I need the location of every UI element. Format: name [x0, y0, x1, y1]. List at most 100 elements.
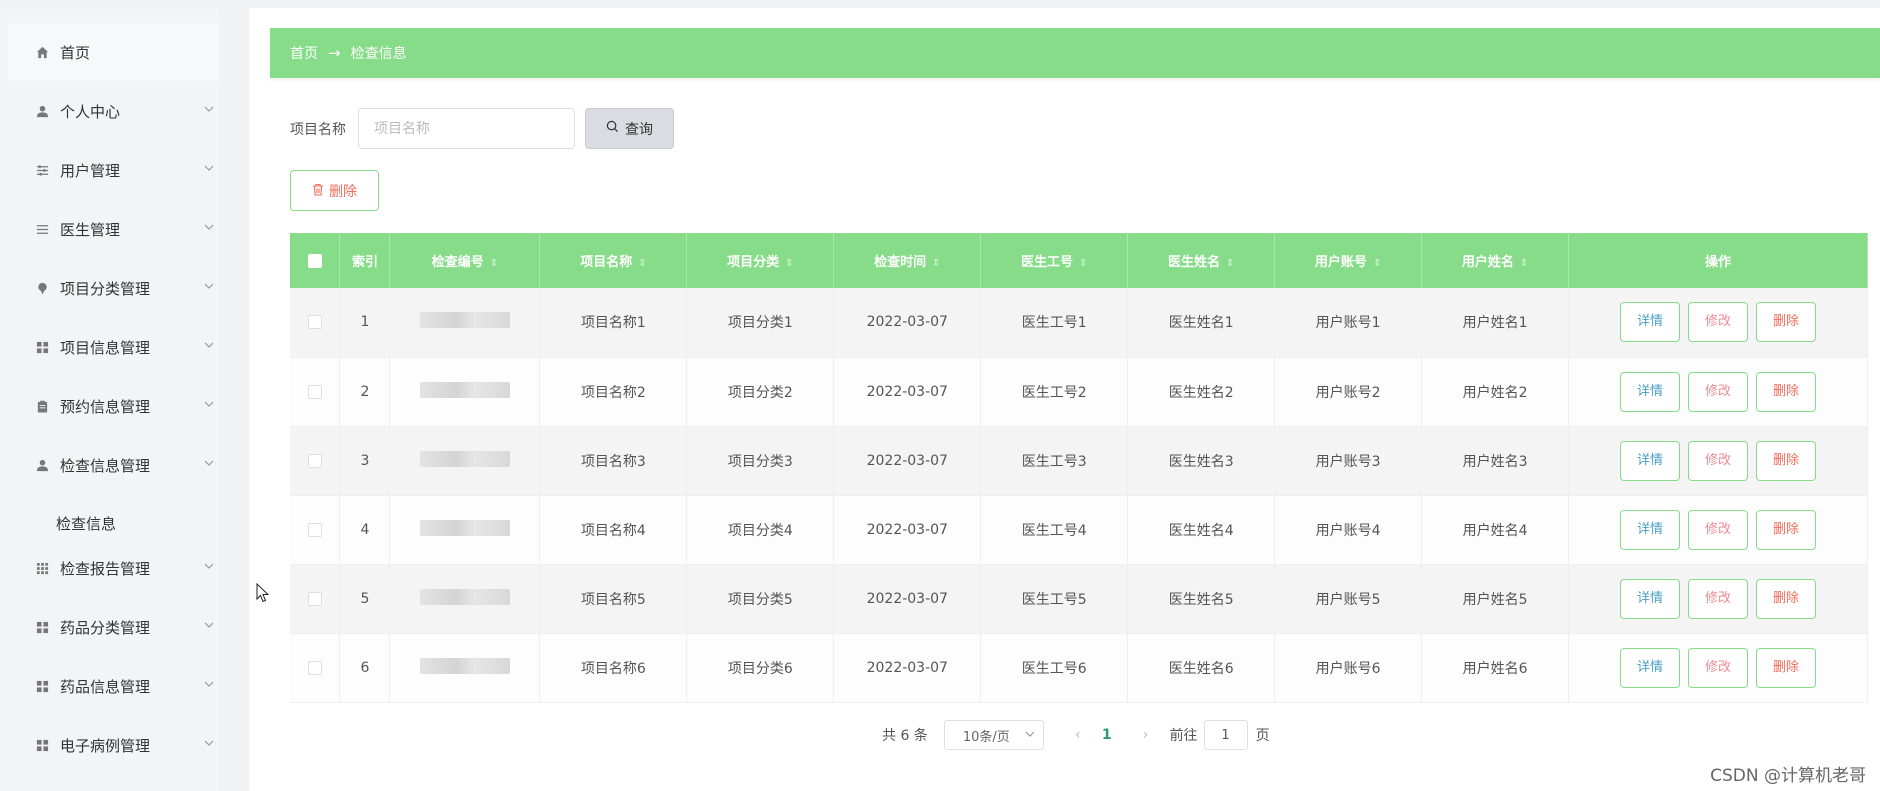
column-header[interactable]: 用户姓名 ⇕ — [1421, 233, 1570, 288]
sidebar-item-drug-info-mgmt[interactable]: 药品信息管理 — [8, 657, 231, 715]
chevron-down-icon — [204, 738, 214, 748]
sidebar-item-user-mgmt[interactable]: 用户管理 — [8, 141, 231, 199]
row-checkbox[interactable] — [307, 315, 322, 330]
doctor-no-cell: 医生工号6 — [980, 633, 1129, 703]
edit-button[interactable]: 修改 — [1688, 509, 1748, 550]
sidebar-item-home[interactable]: 首页 — [8, 23, 231, 81]
actions-cell: 详情 修改 删除 — [1568, 495, 1868, 565]
actions-cell: 详情 修改 删除 — [1568, 633, 1868, 703]
doctor-no-cell: 医生工号4 — [980, 495, 1129, 565]
doctor-name-cell: 医生姓名2 — [1127, 357, 1276, 427]
breadcrumb-home[interactable]: 首页 — [290, 43, 318, 63]
row-checkbox[interactable] — [307, 453, 322, 468]
sidebar-item-emr-mgmt[interactable]: 电子病例管理 — [8, 716, 231, 774]
row-checkbox[interactable] — [307, 591, 322, 606]
row-index: 4 — [339, 495, 391, 565]
sidebar-item-label: 药品信息管理 — [60, 677, 151, 696]
project-category-cell: 项目分类3 — [686, 426, 835, 496]
delete-button[interactable]: 删除 — [1756, 647, 1816, 688]
exam-no-cell — [389, 288, 541, 358]
goto-page-input[interactable] — [1203, 720, 1248, 750]
chevron-down-icon — [204, 222, 214, 232]
user-account-cell: 用户账号4 — [1274, 495, 1423, 565]
trash-icon — [312, 183, 324, 199]
user-account-cell: 用户账号2 — [1274, 357, 1423, 427]
sort-icon[interactable]: ⇕ — [490, 258, 498, 269]
column-header[interactable]: 检查编号 ⇕ — [389, 233, 541, 288]
detail-button[interactable]: 详情 — [1620, 371, 1680, 412]
sort-icon[interactable]: ⇕ — [785, 258, 793, 269]
sort-icon[interactable]: ⇕ — [1226, 258, 1234, 269]
table-row: 2 项目名称2 项目分类2 2022-03-07 医生工号2 医生姓名2 用户账… — [290, 357, 1868, 427]
delete-button[interactable]: 删除 — [1756, 302, 1816, 343]
page-size-select[interactable]: 10条/页 — [943, 720, 1044, 750]
sort-icon[interactable]: ⇕ — [932, 258, 940, 269]
column-header[interactable]: 项目名称 ⇕ — [539, 233, 688, 288]
detail-button[interactable]: 详情 — [1620, 578, 1680, 619]
submenu-item-exam-info[interactable]: 检查信息 — [56, 513, 116, 534]
edit-button[interactable]: 修改 — [1688, 578, 1748, 619]
column-header[interactable]: 检查时间 ⇕ — [833, 233, 982, 288]
prev-page-icon[interactable]: ‹ — [1068, 727, 1088, 743]
project-name-cell: 项目名称2 — [539, 357, 688, 427]
sliders-icon — [34, 162, 50, 178]
batch-delete-button[interactable]: 删除 — [290, 170, 379, 211]
main-content: 首页 → 检查信息 项目名称 查询 删除 索引 检查编号⇕ 项目名称⇕ 项目分类… — [250, 8, 1880, 791]
edit-button[interactable]: 修改 — [1688, 647, 1748, 688]
detail-button[interactable]: 详情 — [1620, 440, 1680, 481]
column-header[interactable]: 医生姓名 ⇕ — [1127, 233, 1276, 288]
sidebar-item-appointment-mgmt[interactable]: 预约信息管理 — [8, 377, 231, 435]
row-checkbox[interactable] — [307, 384, 322, 399]
sidebar-item-project-info-mgmt[interactable]: 项目信息管理 — [8, 318, 231, 376]
exam-time-cell: 2022-03-07 — [833, 495, 982, 565]
sidebar-item-exam-report-mgmt[interactable]: 检查报告管理 — [8, 539, 231, 597]
delete-button[interactable]: 删除 — [1756, 440, 1816, 481]
user-name-cell: 用户姓名1 — [1421, 288, 1570, 358]
detail-button[interactable]: 详情 — [1620, 302, 1680, 343]
blurred-value — [419, 312, 510, 329]
sort-icon[interactable]: ⇕ — [1079, 258, 1087, 269]
table-row: 6 项目名称6 项目分类6 2022-03-07 医生工号6 医生姓名6 用户账… — [290, 633, 1868, 703]
sidebar-item-project-category-mgmt[interactable]: 项目分类管理 — [8, 259, 231, 317]
current-page[interactable]: 1 — [1102, 727, 1112, 743]
detail-button[interactable]: 详情 — [1620, 647, 1680, 688]
pin-icon — [34, 280, 50, 296]
project-category-cell: 项目分类2 — [686, 357, 835, 427]
search-input[interactable] — [358, 108, 575, 149]
sidebar-item-personal-center[interactable]: 个人中心 — [8, 82, 231, 140]
sidebar-item-exam-info-mgmt[interactable]: 检查信息管理 — [8, 436, 231, 494]
row-checkbox[interactable] — [307, 522, 322, 537]
delete-button[interactable]: 删除 — [1756, 509, 1816, 550]
sidebar-item-doctor-mgmt[interactable]: 医生管理 — [8, 200, 231, 258]
row-checkbox[interactable] — [307, 660, 322, 675]
delete-button[interactable]: 删除 — [1756, 578, 1816, 619]
delete-button[interactable]: 删除 — [1756, 371, 1816, 412]
doctor-no-cell: 医生工号1 — [980, 288, 1129, 358]
column-header[interactable]: 项目分类 ⇕ — [686, 233, 835, 288]
arrow-right-icon: → — [328, 44, 341, 62]
column-header[interactable]: 用户账号 ⇕ — [1274, 233, 1423, 288]
detail-button[interactable]: 详情 — [1620, 509, 1680, 550]
project-category-cell: 项目分类6 — [686, 633, 835, 703]
chevron-down-icon — [204, 620, 214, 630]
sidebar-item-label: 项目信息管理 — [60, 338, 151, 357]
search-button-label: 查询 — [625, 121, 653, 138]
sort-icon[interactable]: ⇕ — [1520, 258, 1528, 269]
edit-button[interactable]: 修改 — [1688, 440, 1748, 481]
edit-button[interactable]: 修改 — [1688, 371, 1748, 412]
edit-button[interactable]: 修改 — [1688, 302, 1748, 343]
next-page-icon[interactable]: › — [1136, 727, 1156, 743]
sort-icon[interactable]: ⇕ — [1373, 258, 1381, 269]
search-button[interactable]: 查询 — [585, 108, 674, 149]
doctor-no-cell: 医生工号3 — [980, 426, 1129, 496]
select-all-checkbox[interactable] — [307, 253, 322, 268]
user-account-cell: 用户账号3 — [1274, 426, 1423, 496]
sort-icon[interactable]: ⇕ — [638, 258, 646, 269]
user-name-cell: 用户姓名3 — [1421, 426, 1570, 496]
mouse-cursor-icon — [256, 582, 270, 607]
user-name-cell: 用户姓名2 — [1421, 357, 1570, 427]
sidebar-item-label: 首页 — [60, 43, 91, 62]
column-header[interactable]: 医生工号 ⇕ — [980, 233, 1129, 288]
sidebar-item-drug-category-mgmt[interactable]: 药品分类管理 — [8, 598, 231, 656]
blurred-value — [419, 450, 510, 467]
